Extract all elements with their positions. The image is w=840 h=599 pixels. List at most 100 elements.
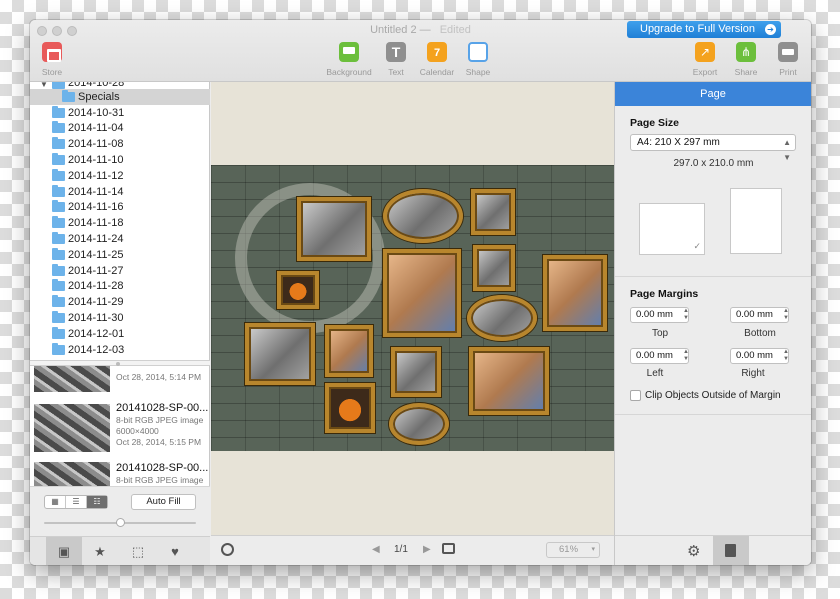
- store-icon: [42, 42, 62, 62]
- margin-top-stepper[interactable]: ▲ ▼: [682, 308, 690, 322]
- store-button[interactable]: Store: [30, 42, 82, 77]
- folder-item[interactable]: 2014-11-28: [30, 279, 210, 295]
- next-page-icon[interactable]: ▶: [423, 544, 431, 555]
- folder-item[interactable]: 2014-11-30: [30, 310, 210, 326]
- photo-frame[interactable]: [471, 189, 515, 235]
- calendar-icon: 7: [427, 42, 447, 62]
- margin-left-field[interactable]: 0.00 mm: [630, 348, 689, 364]
- photo-frame[interactable]: [245, 323, 315, 385]
- folder-item[interactable]: 2014-12-01: [30, 326, 210, 342]
- disclosure-triangle-icon[interactable]: ▼: [40, 82, 52, 89]
- sidebar-tabs: ▣ ★ ⬚ ♥: [30, 536, 210, 565]
- sidebar: ▼ 2014-10-28 Specials 2014-10-31 2014-11-…: [30, 82, 210, 565]
- photo-thumbnail[interactable]: [34, 366, 110, 392]
- folder-item[interactable]: 2014-11-04: [30, 121, 210, 137]
- folder-icon: [52, 232, 65, 245]
- photo-frame-pumpkin[interactable]: [277, 271, 319, 309]
- folder-item[interactable]: 2014-11-24: [30, 231, 210, 247]
- inspector-header: Page: [615, 82, 811, 106]
- gear-icon[interactable]: ⚙: [687, 542, 700, 560]
- folder-item-selected[interactable]: Specials: [30, 89, 210, 105]
- clip-objects-checkbox[interactable]: [630, 390, 641, 401]
- inspector-panel: Page Page Size A4: 210 X 297 mm ▲ ▼ 297.0…: [614, 82, 811, 565]
- margin-right-label: Right: [741, 368, 765, 379]
- photo-frame[interactable]: [325, 325, 373, 377]
- page-margins-title: Page Margins: [630, 288, 699, 300]
- page-size-select[interactable]: A4: 210 X 297 mm ▲ ▼: [630, 134, 796, 162]
- previous-page-icon[interactable]: ◀: [372, 544, 380, 555]
- folder-item[interactable]: 2014-12-03: [30, 342, 210, 358]
- folder-item-open[interactable]: ▼ 2014-10-28: [30, 82, 210, 89]
- photo-frame[interactable]: [391, 347, 441, 397]
- grid-view-icon[interactable]: ▦: [45, 496, 66, 508]
- photo-frame-oval[interactable]: [383, 189, 463, 243]
- text-icon: T: [386, 42, 406, 62]
- folder-icon: [62, 89, 75, 102]
- photo-frame[interactable]: [473, 245, 515, 291]
- landscape-orientation-option[interactable]: ✓: [639, 203, 705, 255]
- export-icon: ↗: [695, 42, 715, 62]
- print-button[interactable]: Print: [758, 42, 811, 77]
- tab-frames[interactable]: ⬚: [120, 537, 156, 565]
- zoom-icon[interactable]: [221, 543, 234, 556]
- auto-fill-button[interactable]: Auto Fill: [131, 494, 196, 510]
- photo-frame-center[interactable]: [383, 249, 461, 337]
- photo-frame-pumpkin[interactable]: [325, 383, 375, 433]
- photo-frame[interactable]: [469, 347, 549, 415]
- portrait-orientation-option[interactable]: [730, 188, 782, 254]
- folder-item[interactable]: 2014-11-14: [30, 184, 210, 200]
- view-mode-segmented-control[interactable]: ▦ ☰ ☷: [44, 495, 108, 509]
- clip-objects-row[interactable]: Clip Objects Outside of Margin: [630, 390, 781, 401]
- shape-button[interactable]: Shape: [448, 42, 508, 77]
- margin-bottom-stepper[interactable]: ▲ ▼: [782, 308, 790, 322]
- margin-top-field[interactable]: 0.00 mm: [630, 307, 689, 323]
- folder-icon: [52, 121, 65, 134]
- heart-icon: ♥: [171, 544, 179, 559]
- photo-frame[interactable]: [297, 197, 371, 261]
- tab-photos[interactable]: ▣: [46, 537, 82, 565]
- collage-page[interactable]: [211, 165, 614, 451]
- photo-frame-oval[interactable]: [389, 403, 449, 445]
- canvas-bottom-bar: ◀ 1/1 ▶ 61% ▾: [211, 535, 614, 565]
- folder-item[interactable]: 2014-11-16: [30, 200, 210, 216]
- slider-knob[interactable]: [115, 518, 125, 527]
- folder-item[interactable]: 2014-11-10: [30, 152, 210, 168]
- folder-item[interactable]: 2014-11-25: [30, 247, 210, 263]
- book-view-icon[interactable]: [442, 543, 455, 554]
- margin-left-stepper[interactable]: ▲ ▼: [682, 349, 690, 363]
- folder-item[interactable]: 2014-11-12: [30, 168, 210, 184]
- folder-icon: [52, 153, 65, 166]
- margin-bottom-label: Bottom: [744, 328, 776, 339]
- shape-icon: [468, 42, 488, 62]
- tab-favorites[interactable]: ★: [82, 537, 118, 565]
- list-item[interactable]: Oct 28, 2014, 5:14 PM: [30, 366, 210, 396]
- folder-item[interactable]: 2014-10-31: [30, 105, 210, 121]
- folder-item[interactable]: 2014-11-29: [30, 294, 210, 310]
- photo-thumbnail[interactable]: [34, 462, 110, 486]
- photo-frame[interactable]: [543, 255, 607, 331]
- margin-top-label: Top: [651, 328, 669, 339]
- margin-bottom-field[interactable]: 0.00 mm: [730, 307, 789, 323]
- photo-info: 20141028-SP-00... 8-bit RGB JPEG image 6…: [116, 402, 209, 447]
- detail-view-icon[interactable]: ☷: [87, 496, 107, 508]
- photo-thumbnail[interactable]: [34, 404, 110, 452]
- folder-item[interactable]: 2014-11-18: [30, 215, 210, 231]
- tab-stickers[interactable]: ♥: [157, 537, 193, 565]
- folder-icon: [52, 216, 65, 229]
- margin-right-stepper[interactable]: ▲ ▼: [782, 349, 790, 363]
- upgrade-button[interactable]: Upgrade to Full Version ➔: [627, 21, 781, 38]
- margin-right-field[interactable]: 0.00 mm: [730, 348, 789, 364]
- list-view-icon[interactable]: ☰: [66, 496, 87, 508]
- photo-frame-oval[interactable]: [467, 295, 537, 341]
- folder-icon: [52, 247, 65, 260]
- zoom-select[interactable]: 61% ▾: [546, 542, 600, 558]
- folder-item[interactable]: 2014-11-08: [30, 136, 210, 152]
- margin-left-label: Left: [646, 368, 664, 379]
- list-item[interactable]: 20141028-SP-00... 8-bit RGB JPEG image: [30, 456, 210, 486]
- list-item[interactable]: 20141028-SP-00... 8-bit RGB JPEG image 6…: [30, 396, 210, 456]
- page-settings-tab[interactable]: [713, 536, 749, 565]
- folder-item[interactable]: 2014-11-27: [30, 263, 210, 279]
- canvas-area[interactable]: [211, 82, 614, 535]
- folder-icon: [52, 168, 65, 181]
- divider: [615, 276, 811, 277]
